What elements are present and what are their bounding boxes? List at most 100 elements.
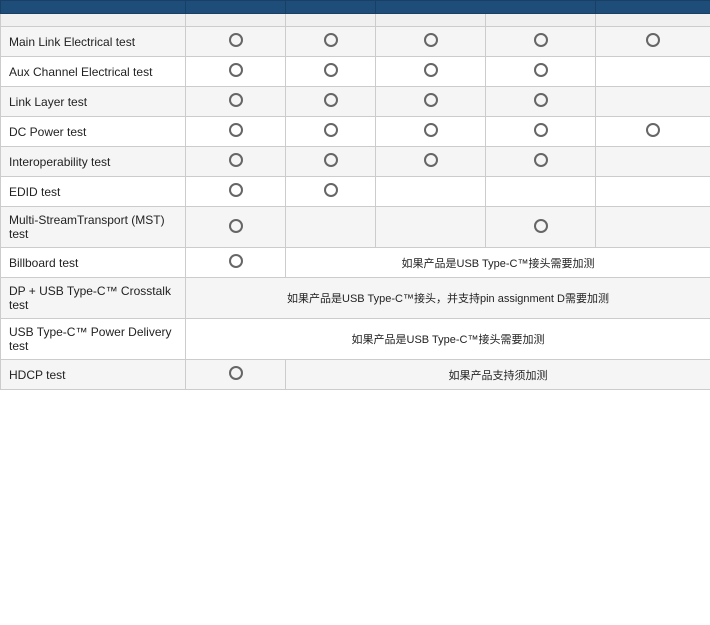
source-cell — [186, 147, 286, 177]
check-circle-icon — [229, 366, 243, 380]
row-label: Interoperability test — [1, 147, 186, 177]
check-circle-icon — [229, 153, 243, 167]
sink-cell — [186, 248, 286, 278]
source-cell — [186, 177, 286, 207]
subheader-sink — [286, 14, 376, 27]
table-row: USB Type-C™ Power Delivery test如果产品是USB … — [1, 319, 710, 360]
check-circle-icon — [229, 33, 243, 47]
check-circle-icon — [324, 123, 338, 137]
row-label: DP + USB Type-C™ Crosstalk test — [1, 278, 186, 319]
branch-conn-cell — [486, 57, 596, 87]
subheader-branch-conn — [486, 14, 596, 27]
check-circle-icon — [534, 153, 548, 167]
check-circle-icon — [229, 219, 243, 233]
merge-cell: 如果产品支持须加测 — [286, 360, 710, 390]
check-circle-icon — [324, 153, 338, 167]
check-circle-icon — [424, 33, 438, 47]
check-circle-icon — [324, 183, 338, 197]
check-circle-icon — [229, 254, 243, 268]
subheader-source — [186, 14, 286, 27]
branch-dock-cell — [376, 207, 486, 248]
header-row-2 — [1, 14, 710, 27]
check-circle-icon — [534, 63, 548, 77]
check-circle-icon — [424, 93, 438, 107]
check-circle-icon — [324, 33, 338, 47]
sink-cell — [286, 147, 376, 177]
branch-dock-cell — [376, 87, 486, 117]
table-row: Link Layer test — [1, 87, 710, 117]
sink-cell — [286, 177, 376, 207]
merge-cell: 如果产品是USB Type-C™接头需要加测 — [286, 248, 710, 278]
header-source — [186, 1, 286, 14]
row-label: Main Link Electrical test — [1, 27, 186, 57]
header-row-1 — [1, 1, 710, 14]
table-row: Multi-StreamTransport (MST) test — [1, 207, 710, 248]
sink-cell — [286, 27, 376, 57]
check-circle-icon — [229, 93, 243, 107]
branch-conn-cell — [486, 147, 596, 177]
table-row: Billboard test 如果产品是USB Type-C™接头需要加测 — [1, 248, 710, 278]
row-label: USB Type-C™ Power Delivery test — [1, 319, 186, 360]
cable-cell — [596, 147, 710, 177]
check-circle-icon — [646, 33, 660, 47]
branch-dock-cell — [376, 177, 486, 207]
check-circle-icon — [324, 93, 338, 107]
header-cable — [596, 1, 710, 14]
table-row: DC Power test — [1, 117, 710, 147]
branch-conn-cell — [486, 207, 596, 248]
cable-cell — [596, 57, 710, 87]
sink-cell — [286, 57, 376, 87]
row-label: HDCP test — [1, 360, 186, 390]
table-row: DP + USB Type-C™ Crosstalk test如果产品是USB … — [1, 278, 710, 319]
source-cell — [186, 207, 286, 248]
table-row: EDID test — [1, 177, 710, 207]
branch-dock-cell — [376, 147, 486, 177]
branch-conn-cell — [486, 117, 596, 147]
check-circle-icon — [229, 123, 243, 137]
header-sink — [286, 1, 376, 14]
source-cell — [186, 87, 286, 117]
cable-cell — [596, 27, 710, 57]
branch-dock-cell — [376, 57, 486, 87]
cable-cell — [596, 207, 710, 248]
check-circle-icon — [534, 219, 548, 233]
table-row: HDCP test 如果产品支持须加测 — [1, 360, 710, 390]
check-circle-icon — [534, 93, 548, 107]
check-circle-icon — [424, 63, 438, 77]
check-circle-icon — [534, 33, 548, 47]
cable-cell — [596, 87, 710, 117]
source-cell — [186, 57, 286, 87]
check-circle-icon — [424, 153, 438, 167]
branch-conn-cell — [486, 87, 596, 117]
check-circle-icon — [534, 123, 548, 137]
row-label: Multi-StreamTransport (MST) test — [1, 207, 186, 248]
branch-dock-cell — [376, 117, 486, 147]
subheader-empty — [1, 14, 186, 27]
cable-cell — [596, 117, 710, 147]
row-label: Billboard test — [1, 248, 186, 278]
branch-conn-cell — [486, 177, 596, 207]
check-circle-icon — [324, 63, 338, 77]
branch-dock-cell — [376, 27, 486, 57]
row-label: DC Power test — [1, 117, 186, 147]
cable-cell — [596, 177, 710, 207]
check-circle-icon — [646, 123, 660, 137]
merge-cell: 如果产品是USB Type-C™接头需要加测 — [186, 319, 710, 360]
check-circle-icon — [229, 183, 243, 197]
subheader-branch-dock — [376, 14, 486, 27]
table-row: Main Link Electrical test — [1, 27, 710, 57]
sink-cell — [286, 207, 376, 248]
sink-cell — [286, 87, 376, 117]
branch-conn-cell — [486, 27, 596, 57]
header-branch — [376, 1, 596, 14]
table-row: Aux Channel Electrical test — [1, 57, 710, 87]
subheader-cable — [596, 14, 710, 27]
merge-cell: 如果产品是USB Type-C™接头，并支持pin assignment D需要… — [186, 278, 710, 319]
source-cell — [186, 360, 286, 390]
source-cell — [186, 27, 286, 57]
check-circle-icon — [424, 123, 438, 137]
sink-cell — [286, 117, 376, 147]
row-label: Aux Channel Electrical test — [1, 57, 186, 87]
table-row: Interoperability test — [1, 147, 710, 177]
check-circle-icon — [229, 63, 243, 77]
